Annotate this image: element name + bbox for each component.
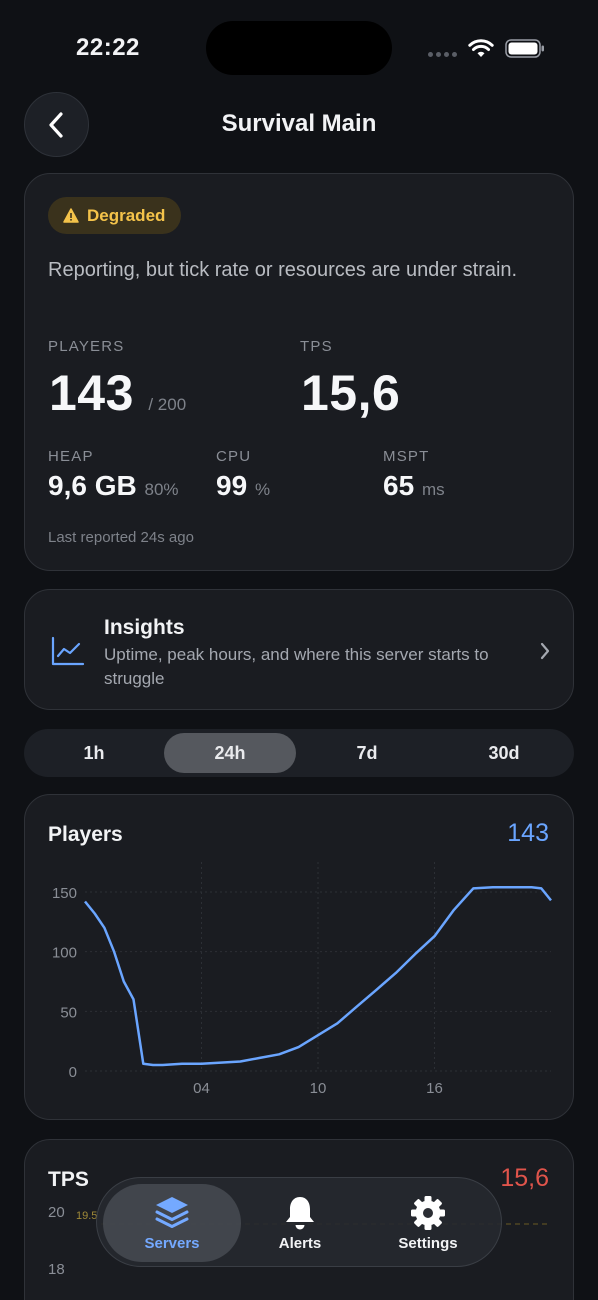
tab-servers[interactable]: Servers — [103, 1184, 241, 1262]
status-badge-label: Degraded — [87, 205, 166, 225]
last-reported: Last reported 24s ago — [48, 529, 194, 546]
tps-y-tick: 18 — [48, 1261, 65, 1278]
gear-icon — [411, 1196, 445, 1230]
players-x-tick: 16 — [426, 1080, 443, 1097]
mspt-value: 65 — [383, 470, 415, 501]
tab-bar: Servers Alerts Settings — [96, 1177, 502, 1267]
players-y-tick: 100 — [52, 945, 77, 962]
cpu-unit: % — [254, 480, 271, 499]
range-option-24h[interactable]: 24h — [164, 733, 296, 773]
stack-layers-icon — [155, 1197, 189, 1228]
tab-alerts-label: Alerts — [278, 1235, 322, 1252]
cpu-stat: 99 % — [216, 470, 270, 502]
server-status-card: Degraded Reporting, but tick rate or res… — [24, 173, 574, 571]
cpu-label: CPU — [216, 448, 252, 465]
players-label: PLAYERS — [48, 338, 125, 355]
warning-icon — [63, 208, 79, 223]
insights-description: Uptime, peak hours, and where this serve… — [104, 645, 489, 688]
heap-stat: 9,6 GB 80% — [48, 470, 179, 502]
navigation-bar: Survival Main — [0, 92, 598, 160]
page-title: Survival Main — [221, 110, 377, 137]
tps-value: 15,6 — [301, 365, 401, 421]
time-range-selector: 1h 24h 7d 30d — [24, 729, 574, 777]
range-option-7d[interactable]: 7d — [301, 733, 433, 773]
status-description: Reporting, but tick rate or resources ar… — [48, 259, 518, 281]
tab-alerts[interactable]: Alerts — [231, 1184, 369, 1262]
line-chart-icon — [51, 636, 85, 666]
range-option-1h[interactable]: 1h — [28, 733, 160, 773]
heap-percent: 80% — [144, 480, 179, 499]
mspt-label: MSPT — [383, 448, 430, 465]
players-x-tick: 10 — [310, 1080, 327, 1097]
bell-icon — [286, 1197, 314, 1230]
tps-reference-label: 19.5 — [76, 1210, 97, 1222]
tab-settings[interactable]: Settings — [359, 1184, 497, 1262]
battery-icon — [505, 39, 544, 58]
wifi-icon — [468, 39, 494, 57]
heap-value: 9,6 GB — [48, 470, 137, 501]
heap-label: HEAP — [48, 448, 94, 465]
insights-row[interactable]: Insights Uptime, peak hours, and where t… — [24, 589, 574, 710]
players-y-tick: 50 — [60, 1004, 77, 1021]
players-y-tick: 150 — [52, 885, 77, 902]
tab-settings-label: Settings — [398, 1235, 458, 1252]
status-time: 22:22 — [76, 34, 140, 61]
tps-label: TPS — [300, 338, 333, 355]
mspt-unit: ms — [421, 480, 445, 499]
dynamic-island — [206, 21, 392, 75]
cpu-value: 99 — [216, 470, 248, 501]
players-value: 143 — [49, 365, 134, 421]
status-bar: 22:22 — [0, 0, 598, 96]
players-y-tick: 0 — [69, 1064, 77, 1081]
players-max: / 200 — [148, 395, 187, 414]
players-x-tick: 04 — [193, 1080, 210, 1097]
cellular-signal-icon — [428, 52, 458, 58]
chevron-right-icon — [540, 642, 550, 660]
tps-y-tick: 20 — [48, 1204, 65, 1221]
players-stat: 143 / 200 — [49, 364, 186, 422]
status-badge: Degraded — [48, 197, 182, 234]
mspt-stat: 65 ms — [383, 470, 445, 502]
players-chart: 0 50 100 150 04 10 16 — [52, 862, 552, 1097]
tab-servers-label: Servers — [144, 1235, 200, 1252]
insights-title: Insights — [104, 616, 185, 639]
players-chart-card: Players 143 0 50 100 150 04 10 16 — [24, 794, 574, 1120]
range-option-30d[interactable]: 30d — [438, 733, 570, 773]
